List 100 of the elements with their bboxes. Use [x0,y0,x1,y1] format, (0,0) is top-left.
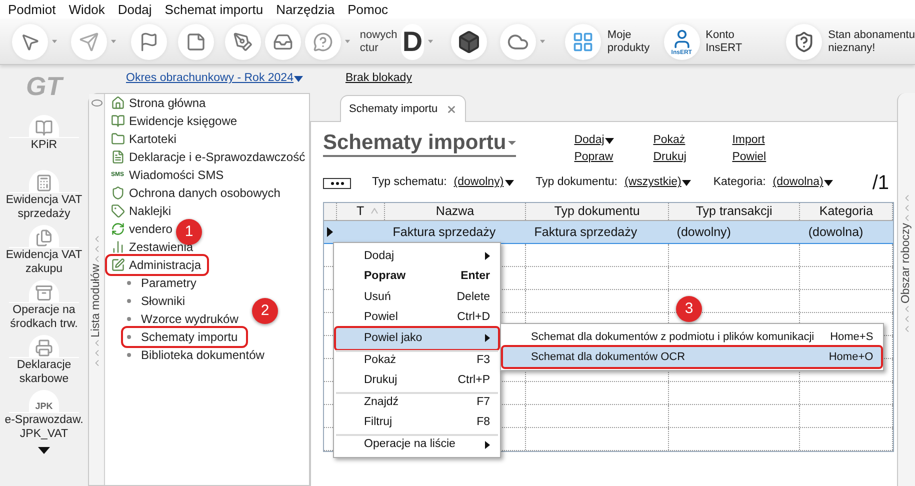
note-button[interactable] [178,24,214,60]
toolbar-button[interactable] [786,24,822,60]
filter-label: Typ dokumentu: [536,175,618,190]
send-button[interactable] [71,24,108,60]
menu-item[interactable]: Dodaj [118,0,152,20]
flag-icon [138,32,159,52]
action-link[interactable]: Drukuj [653,150,686,165]
toolbar-label[interactable]: Moje produkty [607,28,650,54]
column-header[interactable]: Kategoria [800,203,893,220]
menu-item[interactable]: Narzędzia [276,0,335,20]
table-row[interactable]: Faktura sprzedaży Faktura sprzedaży (dowolny) (dowolna) [324,221,893,244]
help-button[interactable] [304,24,341,60]
tree-item[interactable]: Strona główna [111,94,212,112]
tree-item[interactable]: Ewidencje księgowe [111,112,244,130]
module-button[interactable]: KPiR [0,115,88,170]
action-link[interactable]: Import [732,133,765,148]
module-icon [111,114,125,128]
tree-item[interactable]: Kartoteki [111,130,182,148]
filter-dropdown[interactable]: (dowolna) [772,174,834,192]
module-button[interactable]: JPK e-Sprawozdaw. JPK_VAT [0,390,88,445]
toolbar-label[interactable]: Konto InsERT [706,28,742,54]
menu-item[interactable]: Powiel jako [336,328,498,348]
close-icon[interactable] [446,104,457,114]
shortcut-label: Ctrl+D [457,310,490,326]
cube-button[interactable] [450,24,487,60]
pointer-button[interactable] [12,24,48,60]
pin-icon[interactable] [90,98,102,108]
flag-button[interactable] [130,24,167,60]
bullet-icon [127,317,131,321]
pointer-icon [20,32,40,52]
filter-dropdown[interactable]: (dowolny) [454,174,514,192]
toolbar-label[interactable]: Stan abonamentu nieznany! [828,28,915,54]
tree-item[interactable]: Ochrona danych osobowych [111,184,286,202]
shortcut-label: Ctrl+P [458,372,490,388]
menu-item[interactable]: Schemat dla dokumentów OCR Home+O [503,347,882,367]
table-cell-text: Faktura sprzedaży [392,224,497,241]
module-button[interactable]: Ewidencja VAT zakupu [0,225,88,280]
scroll-down-icon[interactable] [38,447,50,454]
menu-item[interactable]: Drukuj Ctrl+P [336,370,498,390]
menu-item[interactable]: Operacje na liście [336,434,498,454]
column-header[interactable]: Typ transakcji [668,203,800,220]
pen-button[interactable] [224,24,261,60]
module-icon [35,119,53,137]
menu-item[interactable]: Filtruj F8 [336,412,498,432]
menu-item[interactable]: Pokaż F3 [336,350,498,370]
shortcut-label: F7 [476,395,490,410]
filter-dropdown[interactable]: (wszystkie) [624,174,692,192]
tree-item[interactable]: Naklejki [111,202,178,220]
letter-button[interactable]: D [401,24,424,60]
module-button[interactable]: Operacje na środkach trw. [0,280,88,335]
menu-item[interactable]: Pomoc [348,0,388,20]
module-icon [111,186,125,200]
tree-item[interactable]: Administracja [107,256,208,274]
module-icon [35,284,53,302]
period-link[interactable]: Okres obrachunkowy - Rok 2024 [126,70,304,88]
module-button[interactable]: Ewidencja VAT sprzedaży [0,170,88,225]
panel-title: Obszar roboczy [898,223,913,304]
menu-item[interactable]: Schemat dla dokumentów z podmiotu i plików komunikacji Home+S [503,327,882,347]
column-header[interactable]: Typ dokumentu [526,203,669,220]
menu-item[interactable]: Usuń Delete [336,287,498,308]
tree-item[interactable]: Biblioteka dokumentów [123,346,272,364]
column-header[interactable]: T [336,203,385,220]
caret-icon [508,141,516,145]
menu-item[interactable]: Powiel Ctrl+D [336,308,498,328]
action-link[interactable]: Popraw [574,150,614,165]
tree-item[interactable]: Parametry [123,274,204,292]
page-title[interactable]: Schematy importu [323,131,516,157]
module-icon [111,240,125,254]
column-header[interactable]: Nazwa [384,203,526,220]
tree-item[interactable]: Słowniki [123,292,194,310]
filter-label: Typ schematu: [372,175,447,190]
module-icon [111,204,125,218]
menu-item[interactable]: Dodaj [336,246,498,266]
menu-item[interactable]: Schemat importu [164,0,264,20]
table-cell-text: Faktura sprzedaży [533,224,638,241]
inbox-button[interactable] [264,24,301,60]
bullet-icon [127,353,131,357]
action-link[interactable]: Pokaż [653,133,686,148]
more-button[interactable] [323,178,351,188]
toolbar-label[interactable]: nowych ctur [360,28,398,54]
send-icon [79,32,100,52]
menu-item[interactable]: Znajdź F7 [336,392,498,412]
shortcut-label: Home+O [828,350,874,365]
tab[interactable]: Schematy importu [340,95,466,122]
module-icon [111,222,125,236]
caret-icon [605,138,614,144]
tree-item[interactable]: Schematy importu [123,328,246,346]
action-link[interactable]: Powiel [732,150,766,165]
caret-icon [52,39,58,44]
cloud-button[interactable] [500,24,536,60]
menu-item[interactable]: Widok [68,0,105,20]
lock-link[interactable]: Brak blokady [345,70,412,88]
action-link[interactable]: Dodaj [574,133,614,148]
tree-item[interactable]: Deklaracje i e-Sprawozdawczość [111,148,312,166]
tree-item[interactable]: vendero [111,220,178,238]
tree-item[interactable]: Wzorce wydruków [123,310,246,328]
menu-item[interactable]: Podmiot [8,0,56,20]
menu-item[interactable]: Popraw Enter [336,266,498,287]
module-button[interactable]: Deklaracje skarbowe [0,335,88,390]
caret-icon [682,180,692,186]
